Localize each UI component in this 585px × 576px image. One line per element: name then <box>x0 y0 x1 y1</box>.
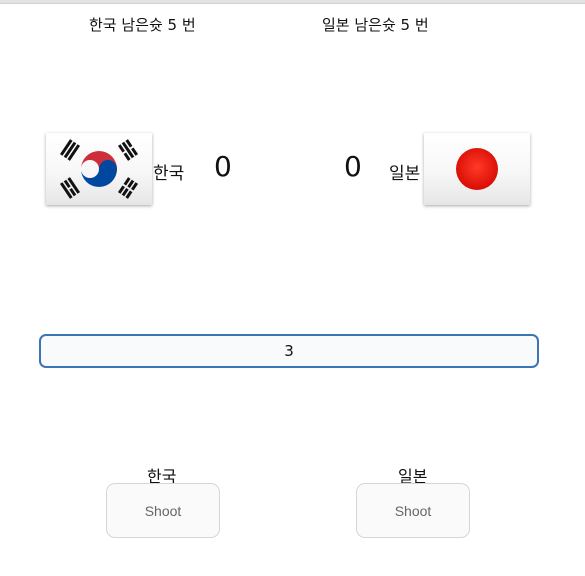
japan-flag-icon <box>424 133 530 205</box>
korea-team-label: 한국 <box>153 164 185 184</box>
south-korea-flag-icon <box>46 133 152 205</box>
japan-team-label: 일본 <box>389 164 421 184</box>
round-display-value: 3 <box>284 342 294 360</box>
japan-shoot-button[interactable]: Shoot <box>356 483 470 538</box>
korea-shots-remaining: 한국 남은슛 5 번 <box>89 16 196 34</box>
window-top-border <box>0 0 585 4</box>
round-display-field[interactable]: 3 <box>39 334 539 368</box>
japan-shots-remaining: 일본 남은슛 5 번 <box>322 16 429 34</box>
japan-score: 0 <box>344 150 362 183</box>
korea-score: 0 <box>214 150 232 183</box>
korea-shoot-button[interactable]: Shoot <box>106 483 220 538</box>
